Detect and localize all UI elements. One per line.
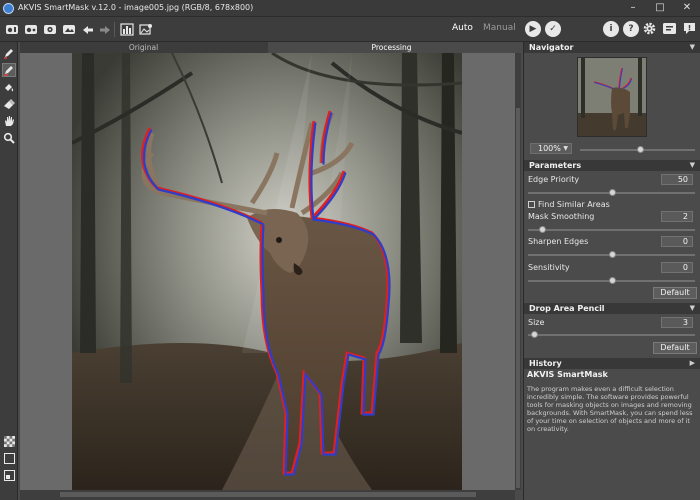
find-similar-areas-checkbox[interactable] <box>528 201 535 208</box>
sensitivity-field[interactable]: 0 <box>661 262 693 273</box>
magic-tube-icon[interactable] <box>2 80 16 94</box>
sharpen-edges-field[interactable]: 0 <box>661 236 693 247</box>
view-mode-icon[interactable] <box>2 468 16 482</box>
parameters-title: Parameters <box>529 161 582 170</box>
zoom-icon[interactable] <box>2 131 16 145</box>
parameters-header[interactable]: Parameters ▼ <box>524 160 700 171</box>
drop-area-pencil-header[interactable]: Drop Area Pencil ▼ <box>524 303 700 314</box>
sharpen-edges-slider[interactable] <box>528 251 695 258</box>
sensitivity-label: Sensitivity <box>528 263 570 272</box>
collapse-icon[interactable]: ▼ <box>690 160 695 171</box>
apply-button[interactable]: ✓ <box>545 21 561 37</box>
size-label: Size <box>528 318 545 327</box>
eraser-icon[interactable] <box>2 97 16 111</box>
notifications-icon[interactable] <box>681 21 697 36</box>
vertical-scroll-thumb[interactable] <box>516 108 520 488</box>
open-image-icon[interactable] <box>4 22 20 37</box>
deer-photo[interactable] <box>72 53 462 490</box>
app-logo-icon <box>3 3 14 14</box>
chevron-down-icon: ▼ <box>563 145 568 152</box>
about-title: AKVIS SmartMask <box>527 370 608 379</box>
tab-original[interactable]: Original <box>20 42 267 53</box>
horizontal-scrollbar[interactable] <box>20 490 515 500</box>
print-icon[interactable] <box>61 22 77 37</box>
maximize-button[interactable]: □ <box>647 1 673 15</box>
size-slider-knob[interactable] <box>531 331 538 338</box>
edge-priority-slider[interactable] <box>528 189 695 196</box>
view-tabs: Original Processing <box>20 42 515 53</box>
horizontal-scroll-thumb[interactable] <box>60 492 476 497</box>
mask-smoothing-knob[interactable] <box>539 226 546 233</box>
title-bar: AKVIS SmartMask v.12.0 - image005.jpg (R… <box>0 0 700 17</box>
zoom-slider-knob[interactable] <box>637 146 644 153</box>
image-canvas[interactable] <box>20 53 515 490</box>
parameters-default-button[interactable]: Default <box>653 287 697 299</box>
close-button[interactable]: ✕ <box>674 1 700 15</box>
mode-auto-tab[interactable]: Auto <box>452 23 473 33</box>
zoom-value: 100% <box>538 144 561 153</box>
edge-priority-field[interactable]: 50 <box>661 174 693 185</box>
settings-icon[interactable] <box>641 21 657 36</box>
tutorial-icon[interactable] <box>661 21 677 36</box>
sharpen-edges-knob[interactable] <box>609 251 616 258</box>
navigator-title: Navigator <box>529 43 574 52</box>
zoom-select[interactable]: 100% ▼ <box>530 143 572 154</box>
history-header[interactable]: History ▶ <box>524 358 700 369</box>
checkerboard-icon[interactable] <box>2 434 16 448</box>
tab-processing[interactable]: Processing <box>268 42 515 53</box>
settings-panel: Navigator ▼ 100% ▼ Parameters ▼ Edge Pri… <box>523 42 700 500</box>
navigator-preview[interactable] <box>577 57 647 137</box>
info-icon[interactable]: i <box>603 21 619 37</box>
sensitivity-slider[interactable] <box>528 277 695 284</box>
drop-pencil-icon[interactable] <box>2 46 16 60</box>
help-icon[interactable]: ? <box>623 21 639 37</box>
hand-icon[interactable] <box>2 114 16 128</box>
sharpen-edges-label: Sharpen Edges <box>528 237 589 246</box>
expand-icon[interactable]: ▶ <box>690 358 695 369</box>
pencil-default-button[interactable]: Default <box>653 342 697 354</box>
window-title: AKVIS SmartMask v.12.0 - image005.jpg (R… <box>18 3 254 12</box>
mask-smoothing-field[interactable]: 2 <box>661 211 693 222</box>
history-title: History <box>529 359 562 368</box>
show-mask-icon[interactable] <box>119 22 135 37</box>
about-text: The program makes even a difficult selec… <box>527 385 693 433</box>
sensitivity-knob[interactable] <box>609 277 616 284</box>
size-slider[interactable] <box>528 331 695 338</box>
edge-priority-knob[interactable] <box>609 189 616 196</box>
zoom-slider[interactable] <box>580 146 695 153</box>
save-image-icon[interactable] <box>23 22 39 37</box>
edge-priority-label: Edge Priority <box>528 175 580 184</box>
toolbar-separator <box>114 22 115 37</box>
collapse-icon[interactable]: ▼ <box>690 303 695 314</box>
collapse-icon[interactable]: ▼ <box>690 42 695 53</box>
find-similar-areas-label: Find Similar Areas <box>538 200 610 209</box>
batch-icon[interactable] <box>42 22 58 37</box>
photo-drawing <box>72 53 462 490</box>
keep-pencil-icon[interactable] <box>2 63 16 77</box>
toolbar: Auto Manual ▶ ✓ i ? <box>0 17 700 42</box>
mask-smoothing-label: Mask Smoothing <box>528 212 595 221</box>
vertical-scrollbar[interactable] <box>515 53 521 490</box>
undo-icon[interactable] <box>80 22 96 37</box>
tools-panel <box>0 42 18 500</box>
mode-manual-tab[interactable]: Manual <box>483 23 516 33</box>
background-color-icon[interactable] <box>2 451 16 465</box>
redo-icon[interactable] <box>97 22 113 37</box>
run-button[interactable]: ▶ <box>525 21 541 37</box>
replace-background-icon[interactable] <box>138 22 154 37</box>
drop-area-pencil-title: Drop Area Pencil <box>529 304 605 313</box>
mask-smoothing-slider[interactable] <box>528 226 695 233</box>
size-field[interactable]: 3 <box>661 317 693 328</box>
minimize-button[interactable]: – <box>620 1 646 15</box>
navigator-header[interactable]: Navigator ▼ <box>524 42 700 53</box>
